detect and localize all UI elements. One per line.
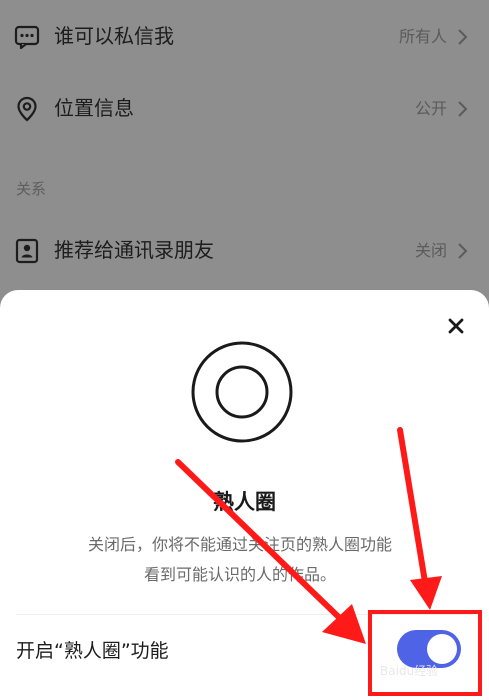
setting-row-private-message[interactable]: 谁可以私信我 所有人 [0, 0, 489, 72]
setting-label: 谁可以私信我 [54, 24, 174, 48]
toggle-label: 开启“熟人圈”功能 [16, 640, 169, 662]
sheet-title: 熟人圈 [213, 490, 276, 514]
description-line: 看到可能认识的人的作品。 [143, 565, 336, 584]
section-title-relations: 关系 [16, 180, 47, 198]
setting-value: 所有人 [398, 27, 447, 46]
highlight-box [368, 610, 482, 696]
setting-label: 位置信息 [54, 96, 134, 120]
chat-bubble-icon [14, 25, 40, 50]
description-line: 关闭后，你将不能通过关注页的熟人圈功能 [87, 535, 392, 554]
watermark: Baidu经验 [380, 664, 439, 678]
setting-value: 关闭 [414, 241, 447, 260]
circle-emblem-icon [191, 341, 293, 443]
setting-row-contacts-recommend[interactable]: 推荐给通讯录朋友 关闭 [0, 214, 489, 286]
location-pin-icon [17, 96, 37, 122]
contact-card-icon [15, 238, 39, 264]
setting-label: 推荐给通讯录朋友 [54, 238, 214, 262]
setting-row-location[interactable]: 位置信息 公开 [0, 72, 489, 144]
chevron-right-icon [458, 29, 468, 45]
close-icon[interactable] [446, 316, 466, 336]
chevron-right-icon [458, 101, 468, 117]
setting-value: 公开 [414, 99, 447, 118]
chevron-right-icon [458, 243, 468, 259]
sheet-description: 关闭后，你将不能通过关注页的熟人圈功能 看到可能认识的人的作品。 [40, 530, 440, 590]
